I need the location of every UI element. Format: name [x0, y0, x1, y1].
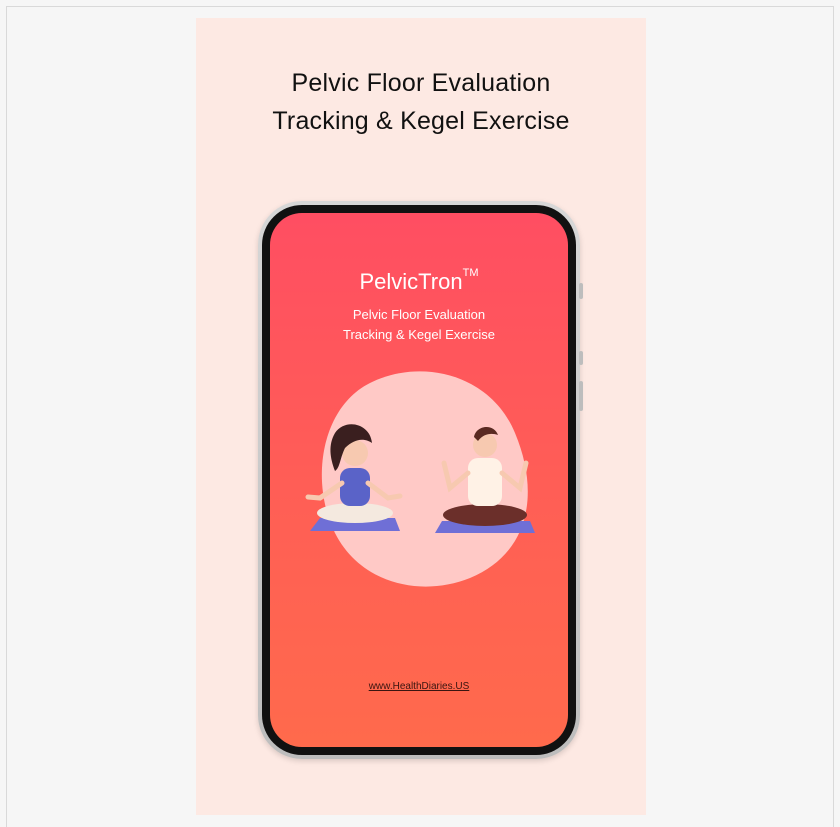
- app-subtitle-line1: Pelvic Floor Evaluation: [352, 307, 486, 322]
- trademark-symbol: TM: [462, 267, 479, 279]
- phone-power-button: [579, 381, 583, 411]
- phone-side-button: [579, 283, 583, 299]
- app-title: PelvicTronTM: [270, 267, 568, 295]
- poster-headline-line1: Pelvic Floor Evaluation: [291, 69, 551, 97]
- website-link[interactable]: www.HealthDiaries.US: [270, 681, 568, 692]
- poster-headline-line2: Tracking & Kegel Exercise: [272, 107, 570, 135]
- app-name: PelvicTron: [359, 269, 463, 294]
- app-subtitle-line2: Tracking & Kegel Exercise: [343, 327, 495, 342]
- app-subtitle: Pelvic Floor Evaluation Tracking & Kegel…: [270, 305, 568, 345]
- poster-headline: Pelvic Floor Evaluation Tracking & Kegel…: [196, 64, 646, 140]
- splash-screen: PelvicTronTM Pelvic Floor Evaluation Tra…: [270, 213, 568, 747]
- phone-volume-button: [579, 351, 583, 365]
- phone-mockup: PelvicTronTM Pelvic Floor Evaluation Tra…: [258, 201, 583, 759]
- meditation-illustration: [305, 371, 535, 587]
- phone-bezel: PelvicTronTM Pelvic Floor Evaluation Tra…: [262, 205, 576, 755]
